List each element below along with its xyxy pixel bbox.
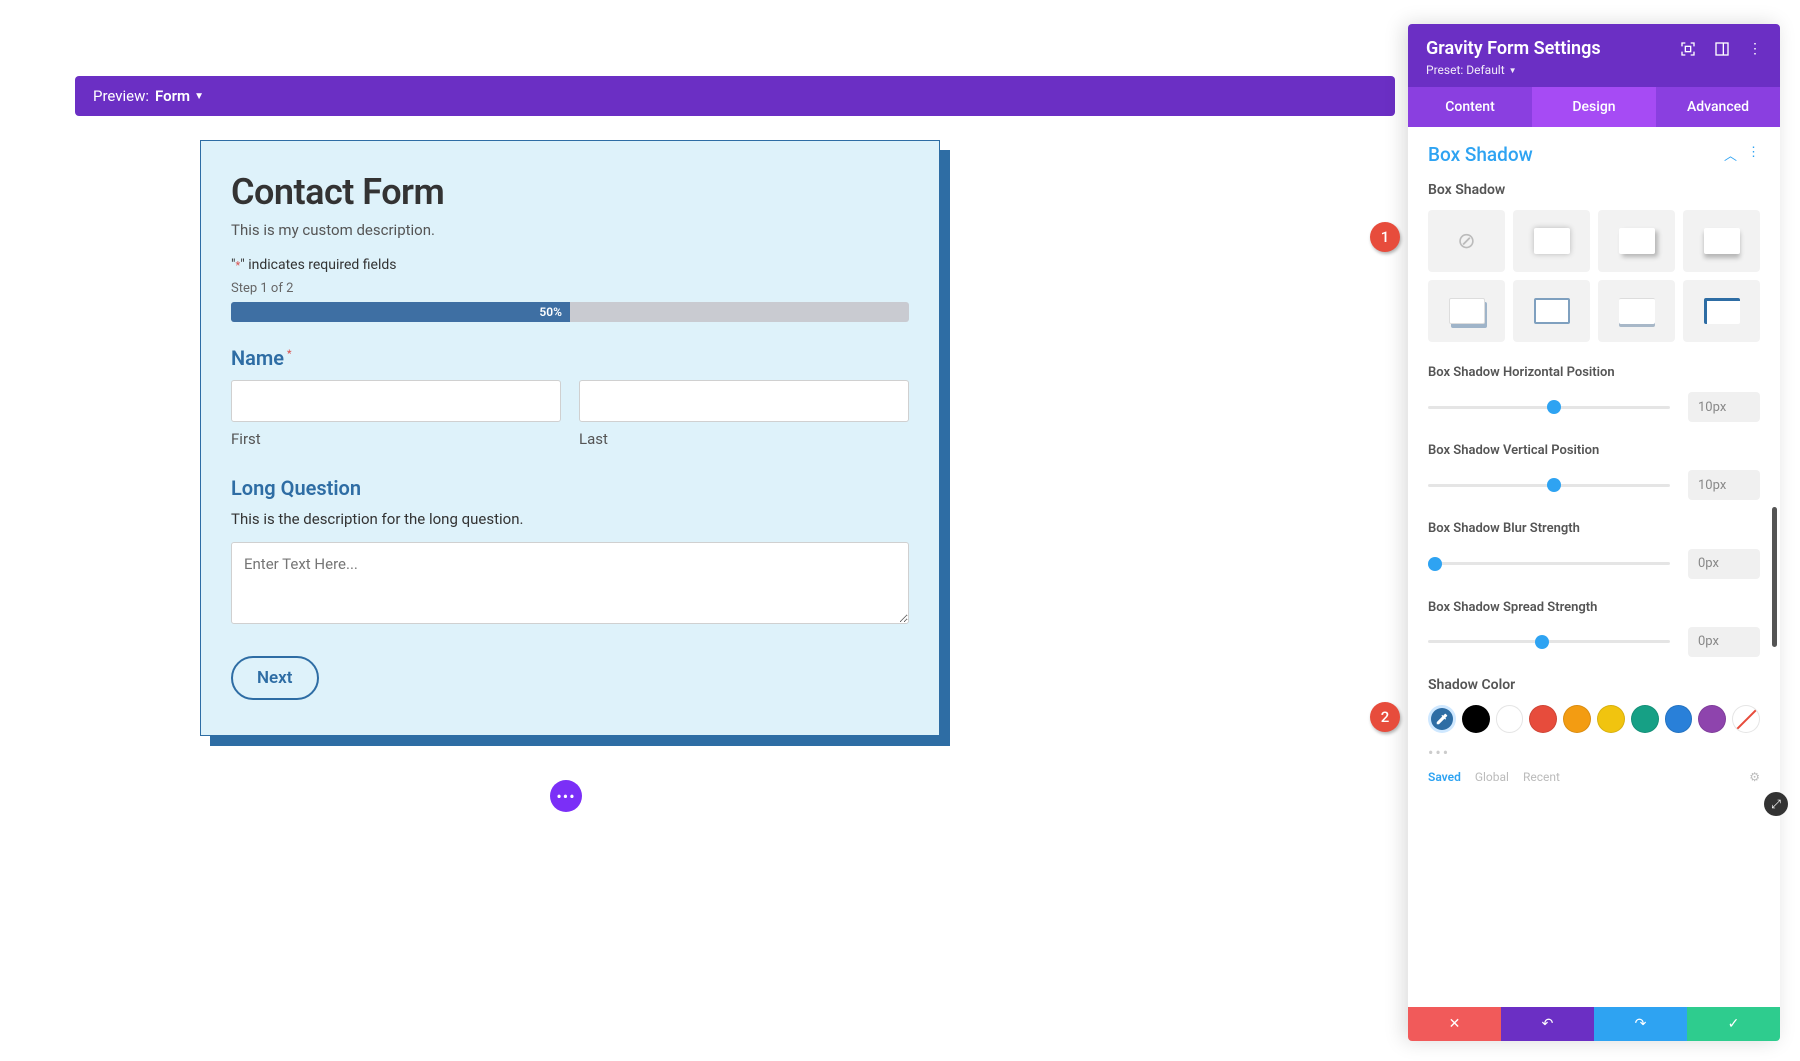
scrollbar[interactable]	[1772, 507, 1777, 647]
horiz-label: Box Shadow Horizontal Position	[1428, 364, 1760, 382]
shadow-none[interactable]: ⊘	[1428, 210, 1505, 272]
settings-panel: Gravity Form Settings ⋮ Preset: Default …	[1408, 24, 1780, 1041]
progress-bar: 50%	[231, 302, 909, 322]
preview-bar: Preview: Form ▼	[75, 76, 1395, 116]
progress-fill: 50%	[231, 302, 570, 322]
box-shadow-label: Box Shadow	[1428, 182, 1760, 198]
color-swatches	[1428, 705, 1760, 733]
shadow-preset-2[interactable]	[1598, 210, 1675, 272]
badge-2: 2	[1370, 702, 1400, 732]
shadow-preset-6[interactable]	[1598, 280, 1675, 342]
tab-content[interactable]: Content	[1408, 87, 1532, 127]
color-tab-saved[interactable]: Saved	[1428, 770, 1461, 784]
panel-tabs: Content Design Advanced	[1408, 87, 1780, 127]
blur-slider[interactable]	[1428, 562, 1670, 565]
form-container: Contact Form This is my custom descripti…	[200, 140, 940, 736]
blur-value[interactable]: 0px	[1688, 549, 1760, 579]
long-question-textarea[interactable]	[231, 542, 909, 624]
vert-slider[interactable]	[1428, 484, 1670, 487]
next-button[interactable]: Next	[231, 656, 319, 700]
blur-label: Box Shadow Blur Strength	[1428, 520, 1760, 538]
kebab-icon[interactable]: ⋮	[1748, 41, 1762, 57]
required-asterisk: *	[287, 349, 292, 360]
color-tab-recent[interactable]: Recent	[1523, 770, 1560, 784]
chevron-down-icon: ▼	[1509, 66, 1517, 75]
close-icon: ✕	[1449, 1016, 1461, 1032]
expand-icon: ⤢	[1771, 797, 1781, 812]
step-label: Step 1 of 2	[231, 281, 909, 296]
last-name-input[interactable]	[579, 380, 909, 422]
color-orange[interactable]	[1563, 705, 1591, 733]
undo-icon: ↶	[1542, 1016, 1554, 1032]
none-icon: ⊘	[1457, 229, 1475, 254]
shadow-color-label: Shadow Color	[1428, 677, 1760, 693]
redo-icon: ↷	[1635, 1016, 1647, 1032]
focus-icon[interactable]	[1680, 41, 1696, 57]
first-name-input[interactable]	[231, 380, 561, 422]
shadow-presets: ⊘	[1428, 210, 1760, 342]
color-black[interactable]	[1462, 705, 1490, 733]
spread-value[interactable]: 0px	[1688, 627, 1760, 657]
collapse-icon[interactable]: ︿	[1724, 145, 1737, 164]
color-transparent[interactable]	[1732, 705, 1760, 733]
kebab-icon[interactable]: ⋮	[1747, 145, 1760, 164]
horiz-slider[interactable]	[1428, 406, 1670, 409]
eyedropper-button[interactable]	[1428, 705, 1456, 733]
vert-label: Box Shadow Vertical Position	[1428, 442, 1760, 460]
undo-button[interactable]: ↶	[1501, 1007, 1594, 1041]
check-icon: ✓	[1728, 1016, 1740, 1032]
section-title[interactable]: Box Shadow	[1428, 143, 1533, 166]
confirm-button[interactable]: ✓	[1687, 1007, 1780, 1041]
color-white[interactable]	[1496, 705, 1524, 733]
chevron-down-icon: ▼	[194, 91, 204, 102]
color-purple[interactable]	[1698, 705, 1726, 733]
spread-label: Box Shadow Spread Strength	[1428, 599, 1760, 617]
form-title: Contact Form	[231, 171, 909, 213]
panel-header: Gravity Form Settings ⋮ Preset: Default …	[1408, 24, 1780, 87]
badge-1: 1	[1370, 222, 1400, 252]
close-button[interactable]: ✕	[1408, 1007, 1501, 1041]
color-blue[interactable]	[1665, 705, 1693, 733]
long-question-label: Long Question	[231, 476, 909, 500]
color-teal[interactable]	[1631, 705, 1659, 733]
long-question-desc: This is the description for the long que…	[231, 510, 909, 528]
vert-value[interactable]: 10px	[1688, 470, 1760, 500]
preview-label: Preview:	[93, 87, 149, 105]
tab-advanced[interactable]: Advanced	[1656, 87, 1780, 127]
first-sublabel: First	[231, 430, 561, 448]
shadow-preset-5[interactable]	[1513, 280, 1590, 342]
dots-icon: •••	[556, 787, 575, 806]
preset-dropdown[interactable]: Preset: Default ▼	[1426, 63, 1762, 77]
more-dots-icon[interactable]: •••	[1428, 743, 1760, 762]
spread-slider[interactable]	[1428, 640, 1670, 643]
color-red[interactable]	[1529, 705, 1557, 733]
preview-dropdown[interactable]: Form ▼	[155, 87, 204, 105]
required-note: "*" indicates required fields	[231, 257, 909, 273]
redo-button[interactable]: ↷	[1594, 1007, 1687, 1041]
panel-footer: ✕ ↶ ↷ ✓	[1408, 1007, 1780, 1041]
more-fab[interactable]: •••	[550, 780, 582, 812]
color-tabs: Saved Global Recent ⚙	[1428, 770, 1760, 784]
shadow-preset-7[interactable]	[1683, 280, 1760, 342]
last-sublabel: Last	[579, 430, 909, 448]
shadow-preset-3[interactable]	[1683, 210, 1760, 272]
color-tab-global[interactable]: Global	[1475, 770, 1509, 784]
color-yellow[interactable]	[1597, 705, 1625, 733]
tab-design[interactable]: Design	[1532, 87, 1656, 127]
shadow-preset-1[interactable]	[1513, 210, 1590, 272]
panel-title: Gravity Form Settings	[1426, 38, 1601, 59]
panel-body: Box Shadow ︿ ⋮ Box Shadow ⊘ Box Shadow H…	[1408, 127, 1780, 1007]
horiz-value[interactable]: 10px	[1688, 392, 1760, 422]
gear-icon[interactable]: ⚙	[1749, 770, 1760, 784]
shadow-preset-4[interactable]	[1428, 280, 1505, 342]
expand-fab[interactable]: ⤢	[1764, 792, 1788, 816]
form-preview: Contact Form This is my custom descripti…	[200, 140, 940, 736]
name-label: Name*	[231, 346, 909, 370]
form-description: This is my custom description.	[231, 221, 909, 239]
layout-icon[interactable]	[1714, 41, 1730, 57]
